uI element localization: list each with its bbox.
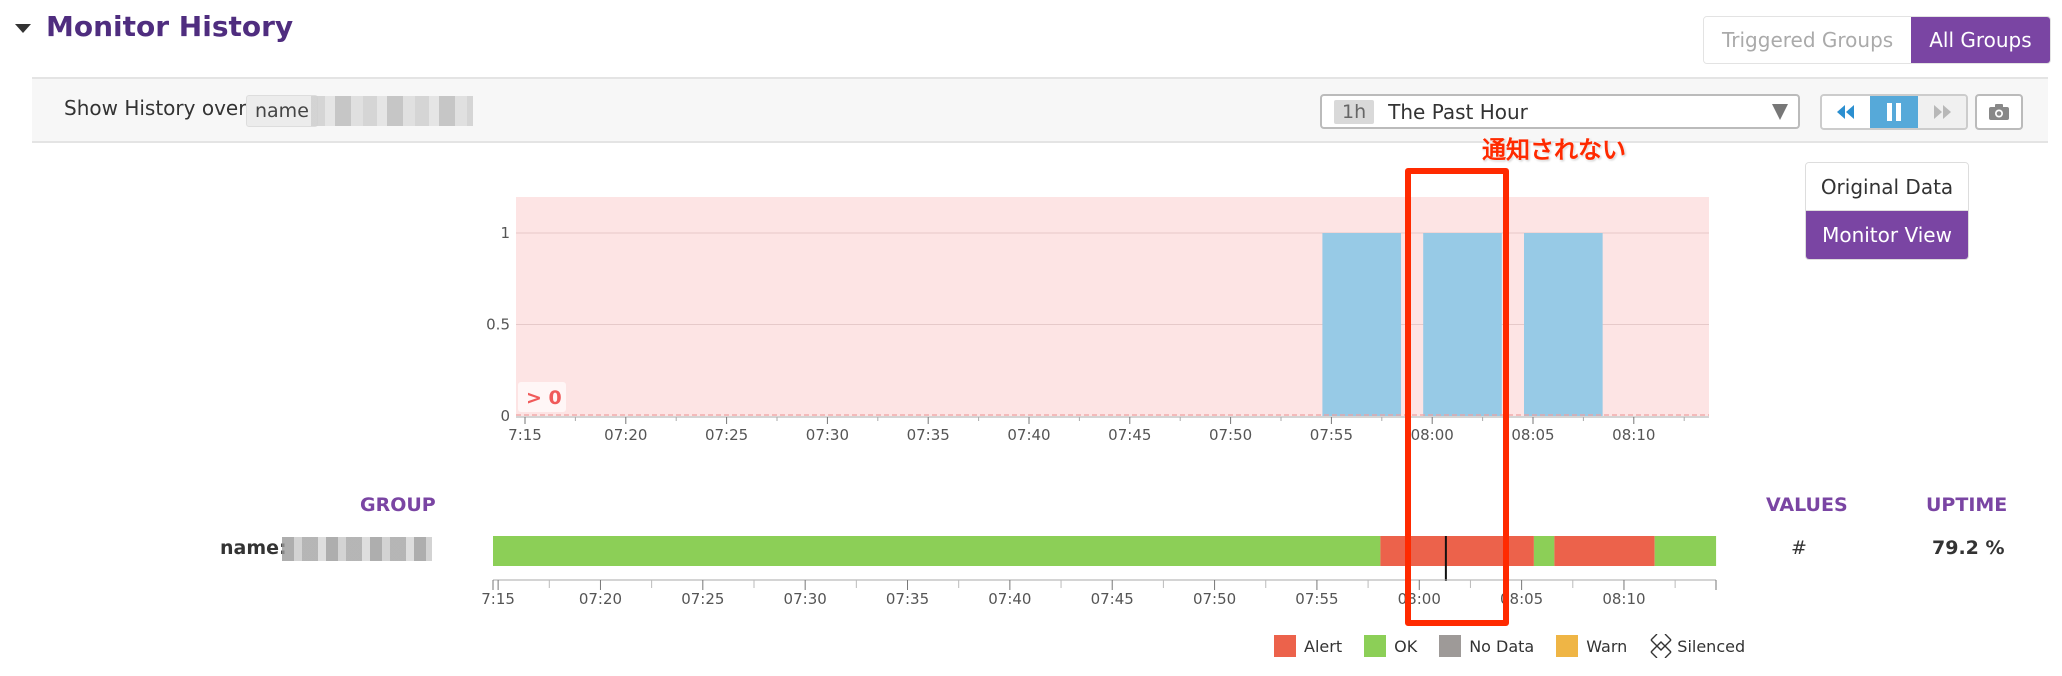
legend-item-warn: Warn (1556, 635, 1627, 657)
warn-swatch (1556, 635, 1579, 657)
x-tick-label: 7:15 (508, 426, 542, 444)
timeline-tick-label: 08:10 (1602, 590, 1645, 608)
timeline-segment-ok (493, 536, 1381, 566)
metric-bar-chart: 0 0.5 1 7:15 07:20 07:25 07:30 07:35 07:40 07:45 0… (486, 197, 1709, 444)
timeline-tick-label: 07:45 (1091, 590, 1134, 608)
annotation-label: 通知されない (1482, 136, 1626, 164)
monitor-history-charts: 0 0.5 1 7:15 07:20 07:25 07:30 07:35 07:40 07:45 0… (481, 197, 1717, 608)
y-tick-label: 1 (500, 224, 510, 242)
timeline-segment-ok (1654, 536, 1717, 566)
timeline-tick-label: 7:15 (481, 590, 515, 608)
column-header-uptime: UPTIME (1926, 494, 2008, 516)
timeline-tick-label: 07:55 (1295, 590, 1338, 608)
y-tick-label: 0 (500, 407, 510, 425)
timeline-tick-label: 07:35 (886, 590, 929, 608)
ok-swatch (1364, 635, 1387, 657)
x-tick-label: 07:25 (705, 426, 748, 444)
x-tick-label: 08:05 (1511, 426, 1554, 444)
legend-label: Alert (1304, 636, 1343, 656)
legend-label: Warn (1586, 636, 1628, 656)
status-timeline: 7:15 07:20 07:25 07:30 07:35 07:40 07:45 07:50 0… (481, 536, 1717, 608)
x-tick-label: 08:10 (1612, 426, 1655, 444)
threshold-label: > 0 (526, 387, 562, 409)
data-bar (1322, 233, 1402, 416)
legend-item-alert: Alert (1274, 635, 1342, 657)
timeline-tick-label: 07:30 (784, 590, 827, 608)
legend-label: No Data (1469, 636, 1535, 656)
legend-label: Silenced (1677, 636, 1746, 656)
silenced-hatch-icon (1650, 634, 1672, 658)
timeline-tick-label: 07:20 (579, 590, 622, 608)
column-header-group: GROUP (360, 494, 436, 516)
timeline-segment-ok (1533, 536, 1555, 566)
data-bar (1524, 233, 1603, 416)
x-tick-label: 07:40 (1007, 426, 1050, 444)
timeline-tick-label: 07:50 (1193, 590, 1236, 608)
status-legend: Alert OK No Data Warn Silenced (1274, 634, 1745, 658)
legend-label: OK (1394, 636, 1418, 656)
x-tick-label: 07:50 (1209, 426, 1252, 444)
annotation-highlight-box (1405, 168, 1509, 626)
redacted-group-value (282, 537, 432, 561)
legend-item-silenced: Silenced (1649, 634, 1745, 658)
x-tick-label: 07:30 (806, 426, 849, 444)
group-uptime: 79.2 % (1932, 537, 2005, 559)
alert-swatch (1274, 635, 1296, 657)
timeline-segment-alert (1554, 536, 1655, 566)
x-tick-label: 07:55 (1310, 426, 1353, 444)
column-header-values: VALUES (1766, 494, 1848, 516)
y-tick-label: 0.5 (486, 316, 510, 334)
group-name: name: (220, 537, 287, 559)
legend-item-no-data: No Data (1439, 635, 1534, 657)
timeline-tick-label: 07:25 (681, 590, 724, 608)
x-tick-label: 07:45 (1108, 426, 1151, 444)
x-tick-label: 07:20 (604, 426, 647, 444)
x-tick-label: 07:35 (907, 426, 950, 444)
group-value: # (1791, 537, 1807, 559)
no-data-swatch (1439, 635, 1462, 657)
timeline-tick-label: 07:40 (988, 590, 1031, 608)
legend-item-ok: OK (1364, 635, 1417, 657)
